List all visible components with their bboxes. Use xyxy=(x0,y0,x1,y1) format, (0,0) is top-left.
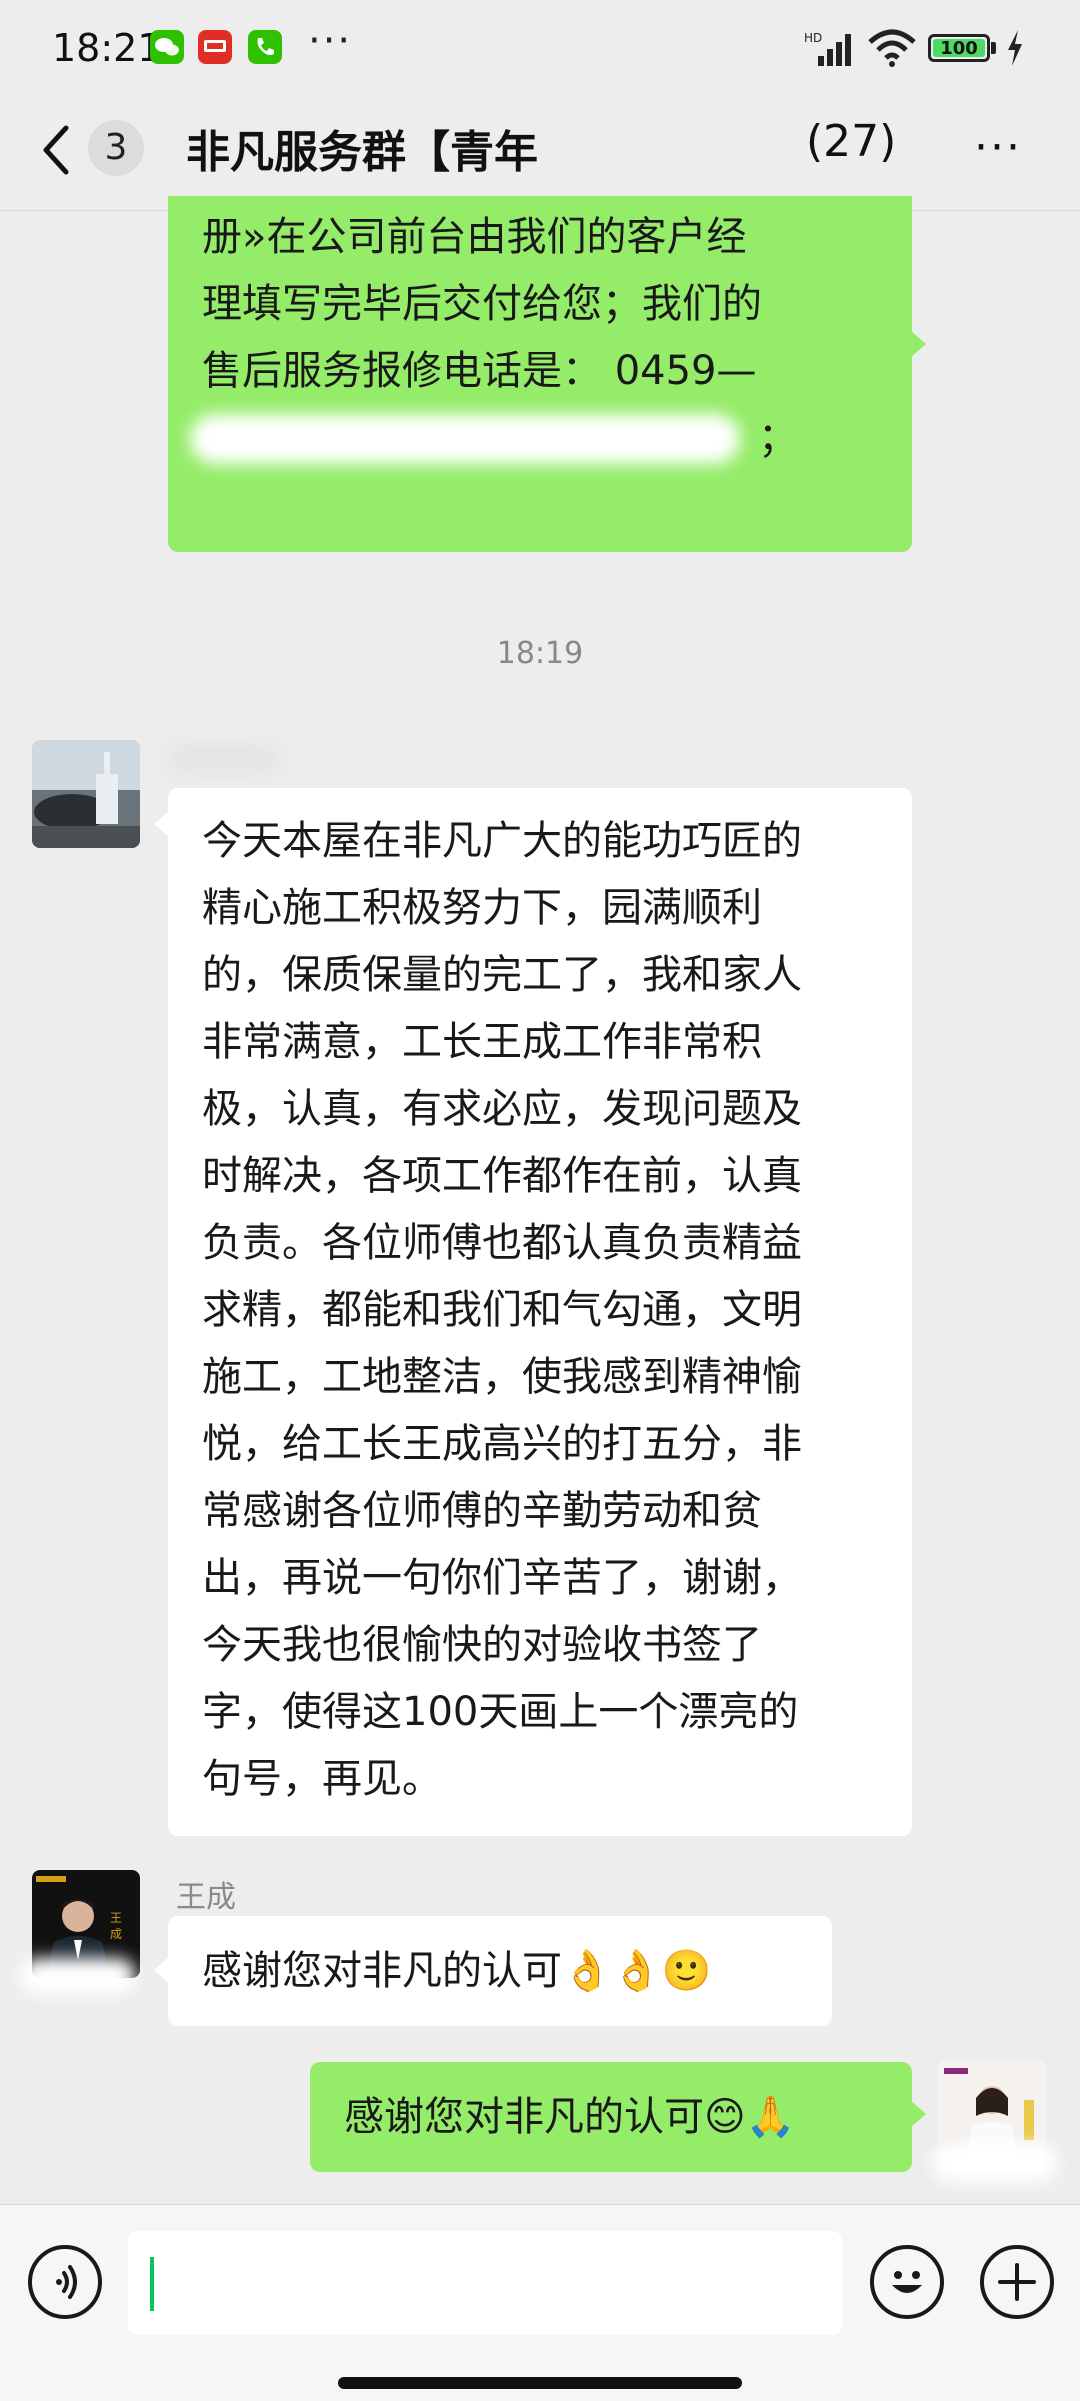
input-bar xyxy=(0,2204,1080,2401)
more-functions-button[interactable] xyxy=(980,2245,1054,2319)
emoji-button[interactable] xyxy=(870,2245,944,2319)
unread-count-badge[interactable]: 3 xyxy=(88,120,144,176)
emoji-icon xyxy=(892,2271,922,2293)
message-line: 非常满意，工长王成工作非常积 xyxy=(202,1019,762,1065)
voice-input-button[interactable] xyxy=(28,2245,102,2319)
message-line: 精心施工积极努力下，园满顺利 xyxy=(202,885,762,931)
status-time: 18:21 xyxy=(52,26,162,70)
chat-title: 非凡服务群【青年 xyxy=(186,127,538,178)
voice-icon xyxy=(56,2265,77,2299)
svg-text:成: 成 xyxy=(110,1927,122,1941)
status-bar: 18:21 ··· HD 100 xyxy=(0,0,1080,100)
emoji-icon: 😊🙏 xyxy=(704,2094,796,2140)
wechat-icon xyxy=(150,30,184,64)
redacted-avatar-label xyxy=(932,2144,1058,2182)
message-line: 今天本屋在非凡广大的能功巧匠的 xyxy=(202,818,802,864)
message-line: 册»在公司前台由我们的客户经 xyxy=(202,214,747,260)
message-text: 感谢您对非凡的认可 xyxy=(202,1948,562,1994)
redacted-avatar-label xyxy=(20,1958,136,1994)
bubble-tail xyxy=(910,330,926,358)
message-bubble-other[interactable]: 今天本屋在非凡广大的能功巧匠的 精心施工积极努力下，园满顺利 的，保质保量的完工… xyxy=(168,788,912,1836)
more-notifications-icon: ··· xyxy=(308,18,353,64)
bubble-tail xyxy=(910,2100,926,2128)
redacted-phone-number xyxy=(190,414,740,464)
message-line: 的，保质保量的完工了，我和家人 xyxy=(202,952,802,998)
message-line: 求精，都能和我们和气勾通，文明 xyxy=(202,1287,802,1333)
sender-name: 王成 xyxy=(176,1880,236,1915)
message-timestamp: 18:19 xyxy=(496,636,584,671)
charging-icon xyxy=(1008,30,1022,66)
svg-text:HD: HD xyxy=(804,31,822,45)
message-line: 施工，工地整洁，使我感到精神愉 xyxy=(202,1354,802,1400)
redacted-sender-name xyxy=(168,744,278,774)
message-line: 极，认真，有求必应，发现问题及 xyxy=(202,1086,802,1132)
avatar[interactable] xyxy=(32,740,140,848)
message-bubble-self[interactable]: 感谢您对非凡的认可😊🙏 xyxy=(310,2062,912,2172)
message-bubble-other[interactable]: 感谢您对非凡的认可👌👌🙂 xyxy=(168,1916,832,2026)
more-icon[interactable]: ··· xyxy=(974,122,1022,173)
signal-icon: HD xyxy=(804,31,851,66)
message-line: 字，使得这100天画上一个漂亮的 xyxy=(202,1689,799,1735)
battery-icon: 100 xyxy=(928,34,990,62)
message-line: 常感谢各位师傅的辛勤劳动和贫 xyxy=(202,1488,762,1534)
home-indicator[interactable] xyxy=(338,2377,742,2389)
message-text: 感谢您对非凡的认可 xyxy=(344,2094,704,2140)
message-input[interactable] xyxy=(128,2231,842,2335)
redacted-title xyxy=(556,118,806,178)
battery-tip xyxy=(991,42,996,54)
bubble-tail xyxy=(154,1956,170,1984)
news-app-icon xyxy=(198,30,232,64)
message-line: 出，再说一句你们辛苦了，谢谢， xyxy=(202,1555,802,1601)
message-bubble-self[interactable]: 册»在公司前台由我们的客户经 理填写完毕后交付给您；我们的 售后服务报修电话是：… xyxy=(168,196,912,552)
message-line: 今天我也很愉快的对验收书签了 xyxy=(202,1622,762,1668)
emoji-icon: 👌👌🙂 xyxy=(562,1948,712,1994)
message-line: 理填写完毕后交付给您；我们的 xyxy=(202,281,762,327)
message-line: 售后服务报修电话是： 0459— xyxy=(202,348,757,394)
back-icon[interactable] xyxy=(36,120,76,180)
svg-text:王: 王 xyxy=(110,1911,122,1925)
message-line: 悦，给工长王成高兴的打五分，非 xyxy=(202,1421,802,1467)
text-caret xyxy=(150,2257,154,2311)
wifi-icon xyxy=(868,29,916,67)
battery-level: 100 xyxy=(933,39,985,59)
bubble-tail xyxy=(154,810,170,838)
phone-icon xyxy=(248,30,282,64)
message-line: 时解决，各项工作都作在前，认真 xyxy=(202,1153,802,1199)
chat-header: 3 非凡服务群【青年 (27) ··· xyxy=(0,100,1080,211)
message-line: 句号，再见。 xyxy=(202,1756,442,1802)
message-line: 负责。各位师傅也都认真负责精益 xyxy=(202,1220,802,1266)
plus-icon xyxy=(998,2263,1036,2301)
member-count: (27) xyxy=(806,116,897,167)
